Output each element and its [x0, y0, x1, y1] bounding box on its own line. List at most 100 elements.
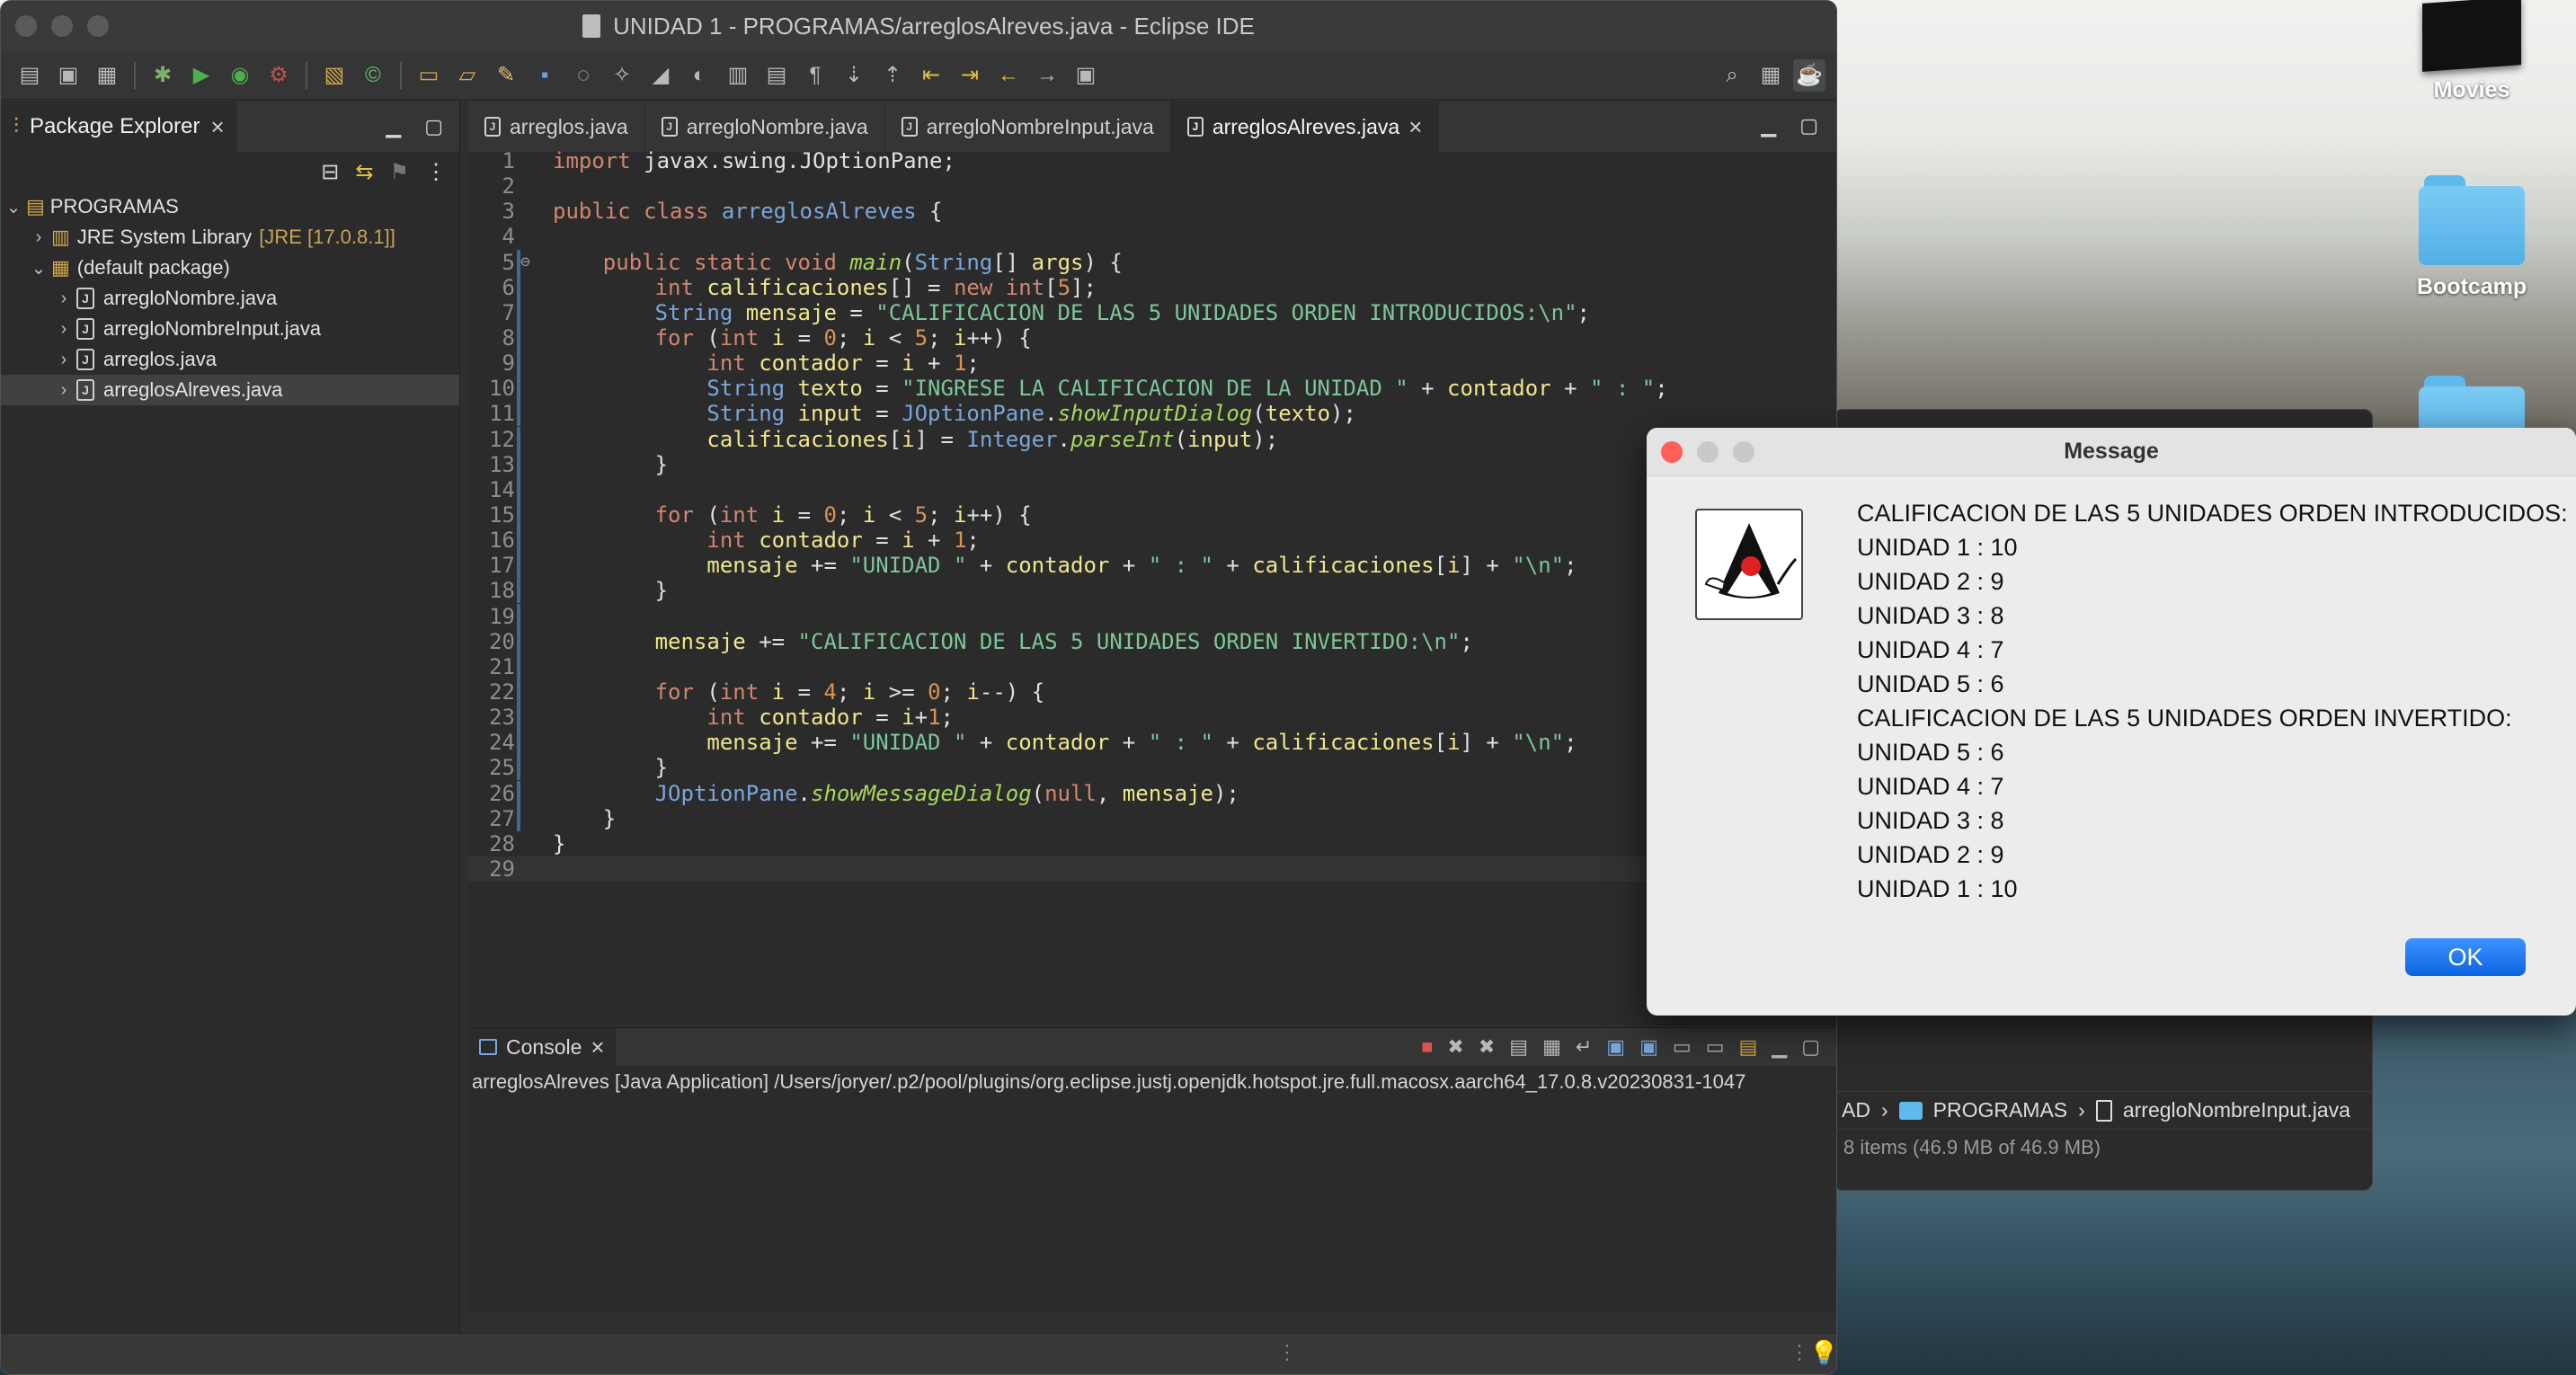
- pen-icon[interactable]: ◢: [644, 59, 677, 92]
- view-menu-icon[interactable]: ⋮: [425, 159, 447, 185]
- open-console-icon[interactable]: ▤: [1738, 1035, 1757, 1059]
- tree-item-default-package[interactable]: ⌄ ▦ (default package): [1, 253, 459, 283]
- code-line[interactable]: 4: [468, 224, 1836, 249]
- save-icon[interactable]: ▣: [52, 59, 84, 92]
- forward-edit-icon[interactable]: ⇥: [954, 59, 986, 92]
- chevron-right-icon[interactable]: ›: [51, 288, 76, 309]
- debug-icon[interactable]: ✱: [147, 59, 179, 92]
- tree-item-project[interactable]: ⌄ ▤ PROGRAMAS: [1, 191, 459, 222]
- code-line[interactable]: 25 }: [468, 755, 1836, 781]
- search-icon[interactable]: ⌕: [1716, 59, 1748, 92]
- tab-arreglosalreves[interactable]: JarreglosAlreves.java ×: [1170, 102, 1440, 152]
- terminate-icon[interactable]: ■: [1421, 1035, 1433, 1059]
- back-icon[interactable]: ←: [992, 59, 1025, 92]
- code-editor[interactable]: 1 import javax.swing.JOptionPane; 2 3 public…: [468, 148, 1836, 948]
- close-icon[interactable]: ×: [210, 113, 224, 141]
- eclipse-window[interactable]: UNIDAD 1 - PROGRAMAS/arreglosAlreves.jav…: [0, 0, 1837, 1375]
- tab-arreglonombreinput[interactable]: JarregloNombreInput.java: [885, 102, 1171, 152]
- collapse-all-icon[interactable]: ⊟: [321, 159, 339, 185]
- tree-item-jre[interactable]: › ▥ JRE System Library [JRE [17.0.8.1]]: [1, 222, 459, 253]
- forward-icon[interactable]: →: [1031, 59, 1063, 92]
- open-perspective-icon[interactable]: ▦: [1754, 59, 1787, 92]
- tab-package-explorer[interactable]: ⫶ Package Explorer ×: [1, 102, 237, 152]
- code-line[interactable]: 5 ⊖ public static void main(String[] args…: [468, 249, 1836, 275]
- chevron-down-icon[interactable]: ⌄: [1, 196, 26, 218]
- link-editor-icon[interactable]: ⇆: [355, 159, 373, 185]
- save-all-icon[interactable]: ▦: [91, 59, 123, 92]
- close-window-button[interactable]: [15, 15, 37, 37]
- code-line[interactable]: 1 import javax.swing.JOptionPane;: [468, 148, 1836, 173]
- tab-arreglonombre[interactable]: JarregloNombre.java: [645, 102, 885, 152]
- code-line[interactable]: 28}: [468, 831, 1836, 856]
- java-perspective-icon[interactable]: ☕: [1793, 58, 1825, 92]
- external-tools-icon[interactable]: ⚙: [262, 59, 295, 92]
- window-title-bar[interactable]: UNIDAD 1 - PROGRAMAS/arreglosAlreves.jav…: [1, 1, 1836, 51]
- close-icon[interactable]: ×: [591, 1033, 604, 1061]
- open-type-icon[interactable]: ▭: [413, 59, 445, 92]
- display-console-icon[interactable]: ▭: [1706, 1035, 1725, 1059]
- chevron-right-icon[interactable]: ›: [26, 227, 51, 248]
- code-line[interactable]: 27 }: [468, 805, 1836, 831]
- maximize-view-icon[interactable]: ▢: [1799, 114, 1818, 138]
- code-line[interactable]: 6 int calificaciones[] = new int[5];: [468, 274, 1836, 300]
- remove-all-icon[interactable]: ✖: [1479, 1035, 1495, 1059]
- chevron-right-icon[interactable]: ›: [51, 319, 76, 340]
- lightbulb-icon[interactable]: 💡: [1809, 1339, 1836, 1367]
- dialog-title-bar[interactable]: Message: [1647, 428, 2576, 476]
- code-line[interactable]: 7 String mensaje = "CALIFICACION DE LAS …: [468, 299, 1836, 325]
- remove-launch-icon[interactable]: ✖: [1447, 1035, 1463, 1059]
- pin-console-icon[interactable]: ▭: [1673, 1035, 1692, 1059]
- minimize-view-icon[interactable]: ▁: [386, 115, 401, 138]
- code-line[interactable]: 14: [468, 476, 1836, 502]
- word-wrap-icon[interactable]: ↵: [1576, 1035, 1592, 1059]
- code-line[interactable]: 21: [468, 653, 1836, 679]
- filter-icon[interactable]: ⚑: [389, 159, 409, 185]
- toggle-block-icon[interactable]: ▪: [529, 59, 561, 92]
- code-line[interactable]: 10 String texto = "INGRESE LA CALIFICACI…: [468, 376, 1836, 402]
- minimize-view-icon[interactable]: ▁: [1772, 1035, 1787, 1059]
- desktop-item-bootcamp[interactable]: Bootcamp: [2382, 175, 2562, 300]
- minimize-window-button[interactable]: [51, 15, 73, 37]
- pin-editor-icon[interactable]: ▣: [1070, 59, 1102, 92]
- close-icon[interactable]: ×: [1408, 113, 1422, 141]
- chevron-right-icon[interactable]: ›: [51, 380, 76, 401]
- minimize-view-icon[interactable]: ▁: [1761, 114, 1776, 138]
- chevron-right-icon[interactable]: ›: [51, 350, 76, 370]
- prev-annotation-icon[interactable]: ⇡: [876, 59, 909, 92]
- pilcrow-icon[interactable]: ¶: [799, 59, 831, 92]
- highlight-icon[interactable]: ◐: [683, 59, 715, 92]
- tree-item-file[interactable]: › J arregloNombreInput.java: [1, 314, 459, 344]
- code-line[interactable]: 12 calificaciones[i] = Integer.parseInt(…: [468, 426, 1836, 452]
- tree-item-file[interactable]: › J arreglos.java: [1, 344, 459, 375]
- code-line[interactable]: 17 mensaje += "UNIDAD " + contador + " :…: [468, 553, 1836, 579]
- toggle-mark-icon[interactable]: ◌: [567, 59, 600, 92]
- new-package-icon[interactable]: ▧: [318, 59, 351, 92]
- scroll-lock-icon[interactable]: ▦: [1542, 1035, 1561, 1059]
- path-segment[interactable]: PROGRAMAS: [1933, 1098, 2068, 1122]
- run-icon[interactable]: ▶: [185, 59, 218, 92]
- tree-item-file[interactable]: › J arregloNombre.java: [1, 283, 459, 314]
- new-class-icon[interactable]: ©: [357, 59, 389, 92]
- coverage-icon[interactable]: ◉: [224, 59, 256, 92]
- chevron-down-icon[interactable]: ⌄: [26, 257, 51, 279]
- path-segment[interactable]: arregloNombreInput.java: [2123, 1098, 2350, 1122]
- close-dialog-button[interactable]: [1661, 441, 1683, 463]
- code-line[interactable]: 22 for (int i = 4; i >= 0; i--) {: [468, 679, 1836, 705]
- code-line[interactable]: 15 for (int i = 0; i < 5; i++) {: [468, 501, 1836, 528]
- path-segment[interactable]: AD: [1842, 1098, 1870, 1122]
- tree-item-file-selected[interactable]: › J arreglosAlreves.java: [1, 375, 459, 405]
- code-line[interactable]: 26 JOptionPane.showMessageDialog(null, m…: [468, 780, 1836, 806]
- message-dialog[interactable]: Message CALIFICACION DE LAS 5 UNIDADES O…: [1647, 428, 2576, 1016]
- maximize-view-icon[interactable]: ▢: [1801, 1035, 1820, 1059]
- code-line[interactable]: 29: [468, 856, 1836, 883]
- code-line[interactable]: 16 int contador = i + 1;: [468, 528, 1836, 554]
- zoom-window-button[interactable]: [87, 15, 109, 37]
- outline-icon[interactable]: ▥: [722, 59, 754, 92]
- new-icon[interactable]: ▤: [13, 59, 46, 92]
- code-line[interactable]: 19: [468, 603, 1836, 629]
- code-line[interactable]: 9 int contador = i + 1;: [468, 350, 1836, 377]
- next-annotation-icon[interactable]: ⇣: [838, 59, 870, 92]
- desktop-item-movies[interactable]: Movies: [2382, 0, 2562, 103]
- clear-console-icon[interactable]: ▤: [1509, 1035, 1528, 1059]
- annotation-prev-icon[interactable]: ✧: [606, 59, 638, 92]
